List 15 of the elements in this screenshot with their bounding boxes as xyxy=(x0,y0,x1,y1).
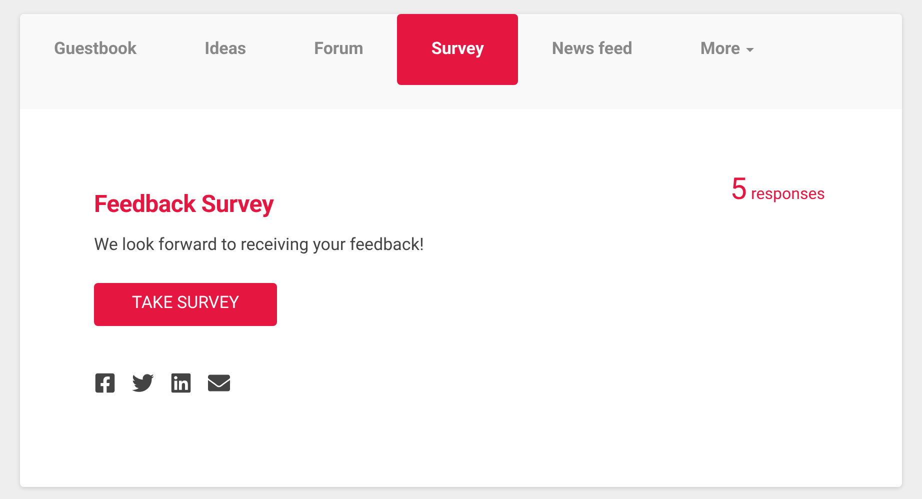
caret-icon xyxy=(746,48,754,52)
nav-tab[interactable]: Ideas xyxy=(170,14,280,85)
take-survey-button[interactable]: TAKE SURVEY xyxy=(94,282,277,326)
response-count: 5 xyxy=(730,171,748,209)
facebook-icon[interactable] xyxy=(94,372,116,394)
nav-tab[interactable]: Guestbook xyxy=(20,14,171,85)
nav-tab[interactable]: More xyxy=(666,14,788,85)
nav-tab[interactable]: Forum xyxy=(280,14,398,85)
response-label: responses xyxy=(751,183,825,205)
survey-description: We look forward to receiving your feedback! xyxy=(94,234,425,257)
nav-tab[interactable]: News feed xyxy=(518,14,666,85)
twitter-icon[interactable] xyxy=(132,372,154,394)
linkedin-icon[interactable] xyxy=(170,372,192,394)
survey-title: Feedback Survey xyxy=(94,189,275,219)
nav-tab[interactable]: Survey xyxy=(397,14,518,85)
